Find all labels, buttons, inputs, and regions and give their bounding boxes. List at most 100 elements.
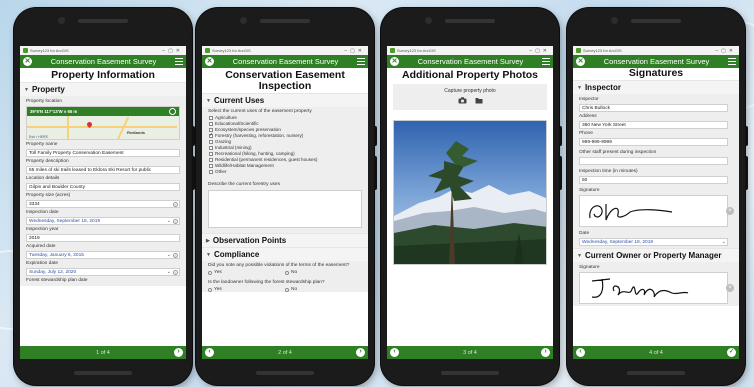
phone-home-bar — [74, 371, 132, 375]
folder-icon[interactable] — [475, 97, 483, 106]
inspection-time-input[interactable]: 50× — [579, 176, 728, 184]
clear-icon[interactable]: × — [173, 219, 178, 224]
window-controls[interactable]: –▢✕ — [715, 48, 736, 54]
acquired-date-picker[interactable]: Tuesday, January 6, 2015 ⌄ × — [26, 251, 180, 259]
group-body: Signature × — [573, 262, 739, 306]
inspector-signature-image — [589, 204, 673, 221]
menu-icon[interactable] — [357, 58, 365, 65]
group-title: Current Owner or Property Manager — [584, 251, 722, 260]
checkbox-icon — [209, 152, 213, 156]
clear-icon[interactable]: × — [173, 253, 178, 258]
group-property[interactable]: ▼ Property — [20, 82, 186, 96]
page-title: Signatures — [628, 68, 684, 79]
prev-icon[interactable]: ‹ — [576, 348, 585, 357]
phone-input[interactable]: 999-999-9999× — [579, 138, 728, 146]
collapse-triangle-icon: ▼ — [577, 84, 582, 91]
field-label: Signature — [579, 188, 600, 193]
radio-no[interactable]: No — [285, 287, 362, 292]
map-coordinates: 39°5'N 117°13'W ± 65 m — [27, 107, 179, 116]
page-indicator: 3 of 4 — [463, 349, 477, 356]
form-content[interactable]: Additional Property Photos Capture prope… — [387, 68, 553, 346]
address-input[interactable]: 380 New York Street× — [579, 121, 728, 129]
window-title: Survey123 for ArcGIS — [397, 48, 436, 53]
group-body: Did you note any possible violations of … — [202, 261, 368, 292]
group-body: Inspector Chris Bullock× Address 380 New… — [573, 94, 739, 248]
owner-signature-pad[interactable]: × — [579, 272, 734, 304]
inspection-date-picker[interactable]: Wednesday, September 18, 2019 ⌄ × — [26, 217, 180, 225]
close-icon[interactable]: ✕ — [205, 57, 214, 66]
property-description-input[interactable]: 65 miles of ski trails leased to Eldora … — [26, 166, 180, 174]
clear-icon[interactable]: × — [726, 207, 734, 215]
location-map[interactable]: 39°5'N 117°13'W ± 65 m Redlands Esri • H… — [26, 106, 180, 140]
next-icon[interactable]: › — [174, 348, 183, 357]
inspector-name-input[interactable]: Chris Bullock× — [579, 104, 728, 112]
signature-date-picker[interactable]: Wednesday, September 18, 2019⌄× — [579, 238, 728, 246]
collapse-triangle-icon: ▼ — [206, 251, 211, 258]
phone-camera — [240, 17, 247, 24]
radio-yes[interactable]: Yes — [208, 287, 285, 292]
clear-icon[interactable]: × — [173, 202, 178, 207]
survey-title: Conservation Easement Survey — [50, 57, 157, 66]
other-staff-input[interactable] — [579, 157, 728, 165]
clear-icon[interactable]: × — [173, 270, 178, 275]
group-body: Select the current uses of the easement … — [202, 107, 368, 233]
group-current-uses[interactable]: ▼ Current Uses — [202, 93, 368, 107]
forestry-uses-textarea[interactable] — [208, 190, 362, 228]
phone-home-bar — [256, 371, 314, 375]
field-label: Forest stewardship plan date — [26, 278, 88, 283]
group-observation-points[interactable]: ▶ Observation Points — [202, 233, 368, 247]
expand-triangle-icon: ▶ — [206, 237, 210, 244]
inspector-signature-pad[interactable]: × — [579, 195, 734, 227]
window-controls[interactable]: –▢✕ — [344, 48, 365, 54]
submit-check-icon[interactable]: ✓ — [727, 348, 736, 357]
prev-icon[interactable]: ‹ — [390, 348, 399, 357]
field-label: Property location — [26, 99, 62, 104]
checkbox-icon — [209, 164, 213, 168]
page-title: Conservation Easement Inspection — [225, 69, 345, 92]
form-content[interactable]: Property Information ▼ Property Property… — [20, 68, 186, 346]
window-title: Survey123 for ArcGIS — [583, 48, 622, 53]
group-owner[interactable]: ▼ Current Owner or Property Manager — [573, 248, 739, 262]
clear-icon[interactable]: × — [726, 284, 734, 292]
property-size-input[interactable]: 3334 × — [26, 200, 180, 208]
page-indicator: 4 of 4 — [649, 349, 663, 356]
menu-icon[interactable] — [175, 58, 183, 65]
chevron-down-icon: ⌄ — [166, 218, 171, 224]
inspection-year-input[interactable]: 2019 — [26, 234, 180, 242]
group-inspector[interactable]: ▼ Inspector — [573, 80, 739, 94]
group-title: Current Uses — [213, 96, 265, 105]
location-details-input[interactable]: Gilpin and Boulder County — [26, 183, 180, 191]
phone-camera — [611, 17, 618, 24]
group-compliance[interactable]: ▼ Compliance — [202, 247, 368, 261]
prev-icon[interactable]: ‹ — [205, 348, 214, 357]
menu-icon[interactable] — [728, 58, 736, 65]
checkbox-icon — [209, 158, 213, 162]
phone-camera — [58, 17, 65, 24]
photo-question: Capture property photo — [393, 84, 547, 110]
checkbox-icon — [209, 170, 213, 174]
close-icon[interactable]: ✕ — [576, 57, 585, 66]
window-controls[interactable]: –▢✕ — [162, 48, 183, 54]
property-name-input[interactable]: Toll Family Property Conservation Easeme… — [26, 149, 180, 157]
expiration-date-picker[interactable]: Sunday, July 12, 2020 ⌄ × — [26, 268, 180, 276]
app-icon — [23, 48, 28, 53]
close-icon[interactable]: ✕ — [390, 57, 399, 66]
use-checkbox[interactable]: Other — [202, 169, 368, 175]
property-photo[interactable] — [393, 120, 547, 265]
menu-icon[interactable] — [542, 58, 550, 65]
radio-yes[interactable]: Yes — [208, 270, 285, 275]
form-content[interactable]: Conservation Easement Inspection ▼ Curre… — [202, 68, 368, 346]
form-content[interactable]: Signatures ▼ Inspector Inspector Chris B… — [573, 68, 739, 346]
phone-speaker — [260, 19, 310, 23]
question-text: Is the landowner following the forest st… — [208, 280, 325, 285]
field-label: Inspector — [579, 97, 599, 102]
camera-icon[interactable] — [458, 97, 467, 106]
close-icon[interactable]: ✕ — [23, 57, 32, 66]
radio-no[interactable]: No — [285, 270, 362, 275]
next-icon[interactable]: › — [356, 348, 365, 357]
window-controls[interactable]: –▢✕ — [529, 48, 550, 54]
app-header: ✕ Conservation Easement Survey — [573, 55, 739, 68]
gps-icon[interactable] — [169, 108, 176, 115]
window-titlebar: Survey123 for ArcGIS –▢✕ — [20, 46, 186, 55]
next-icon[interactable]: › — [541, 348, 550, 357]
